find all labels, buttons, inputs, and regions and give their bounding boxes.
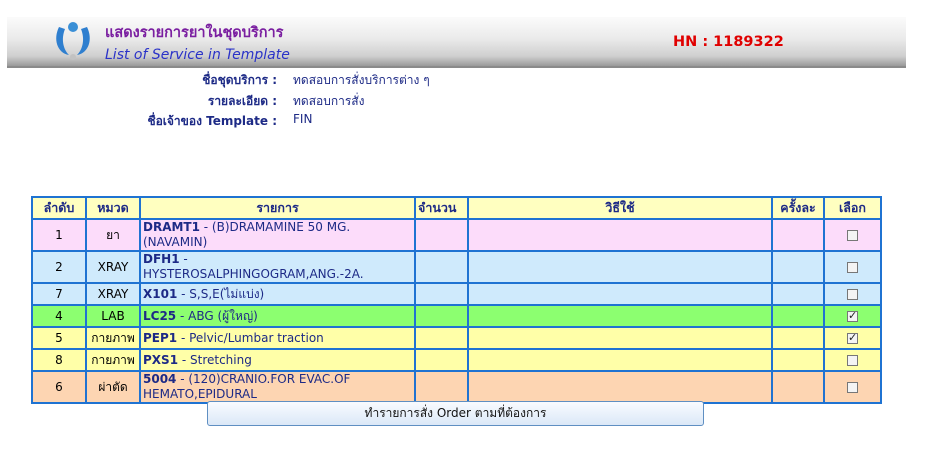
column-header-no: ลำดับ	[31, 196, 87, 220]
item-description: - Pelvic/Lumbar traction	[177, 330, 324, 345]
table-header-row: ลำดับ หมวด รายการ จำนวน วิธีใช้ ครั้งละ …	[31, 196, 882, 220]
select-checkbox[interactable]	[847, 262, 858, 273]
medical-logo-icon	[56, 22, 90, 60]
column-header-quantity: จำนวน	[414, 196, 469, 220]
row-quantity	[414, 250, 469, 284]
row-select	[823, 370, 882, 404]
row-item: DFH1 - HYSTEROSALPHINGOGRAM,ANG.-2A.	[139, 250, 416, 284]
page-header: แสดงรายการยาในชุดบริการ List of Service …	[7, 17, 906, 68]
row-number: 6	[31, 370, 87, 404]
row-item: DRAMT1 - (B)DRAMAMINE 50 MG.(NAVAMIN)	[139, 218, 416, 252]
row-usage	[467, 348, 773, 372]
submit-order-button[interactable]: ทำรายการสั่ง Order ตามที่ต้องการ	[207, 401, 704, 426]
select-checkbox[interactable]	[847, 331, 858, 344]
row-category: XRAY	[85, 282, 141, 306]
row-number: 7	[31, 282, 87, 306]
table-row: 2 XRAY DFH1 - HYSTEROSALPHINGOGRAM,ANG.-…	[31, 250, 882, 284]
row-quantity	[414, 326, 469, 350]
select-checkbox[interactable]	[847, 309, 858, 322]
row-number: 1	[31, 218, 87, 252]
row-item: PXS1 - Stretching	[139, 348, 416, 372]
select-checkbox[interactable]	[847, 289, 858, 300]
template-detail-label: รายละเอียด :	[207, 94, 277, 108]
item-code: PEP1	[143, 330, 178, 345]
row-category: XRAY	[85, 250, 141, 284]
page-title-english: List of Service in Template	[105, 47, 290, 63]
row-usage	[467, 370, 773, 404]
table-row: 5 กายภาพ PEP1 - Pelvic/Lumbar traction	[31, 326, 882, 350]
row-number: 4	[31, 304, 87, 328]
row-category: LAB	[85, 304, 141, 328]
template-name-label: ชื่อชุดบริการ :	[202, 73, 277, 87]
row-item: X101 - S,S,E(ไม่แบ่ง)	[139, 282, 416, 306]
row-usage	[467, 282, 773, 306]
row-select	[823, 250, 882, 284]
item-code: DRAMT1	[143, 220, 200, 234]
row-usage	[467, 250, 773, 284]
column-header-select: เลือก	[823, 196, 882, 220]
template-owner-label: ชื่อเจ้าของ Template :	[147, 114, 277, 128]
row-category: ยา	[85, 218, 141, 252]
item-description: - Stretching	[178, 352, 252, 367]
row-category: ผ่าตัด	[85, 370, 141, 404]
row-select	[823, 326, 882, 350]
table-row: 6 ผ่าตัด 5004 - (120)CRANIO.FOR EVAC.OF …	[31, 370, 882, 404]
row-item: 5004 - (120)CRANIO.FOR EVAC.OF HEMATO,EP…	[139, 370, 416, 404]
template-detail-value: ทดสอบการสั่ง	[293, 94, 365, 108]
row-per-time	[771, 326, 825, 350]
item-code: DFH1	[143, 252, 180, 266]
column-header-item: รายการ	[139, 196, 416, 220]
row-item: LC25 - ABG (ผู้ใหญ่)	[139, 304, 416, 328]
template-info: ชื่อชุดบริการ : ทดสอบการสั่งบริการต่าง ๆ…	[117, 71, 537, 131]
row-per-time	[771, 282, 825, 306]
item-code: LC25	[143, 308, 177, 323]
row-number: 2	[31, 250, 87, 284]
row-quantity	[414, 348, 469, 372]
table-row: 7 XRAY X101 - S,S,E(ไม่แบ่ง)	[31, 282, 882, 306]
select-checkbox[interactable]	[847, 355, 858, 366]
table-row: 8 กายภาพ PXS1 - Stretching	[31, 348, 882, 372]
select-checkbox[interactable]	[847, 230, 858, 241]
row-category: กายภาพ	[85, 326, 141, 350]
row-number: 5	[31, 326, 87, 350]
service-table: ลำดับ หมวด รายการ จำนวน วิธีใช้ ครั้งละ …	[31, 196, 882, 404]
page-title-thai: แสดงรายการยาในชุดบริการ	[105, 25, 284, 41]
row-per-time	[771, 304, 825, 328]
row-select	[823, 348, 882, 372]
hospital-number: HN : 1189322	[673, 34, 784, 50]
item-code: PXS1	[143, 352, 179, 367]
row-number: 8	[31, 348, 87, 372]
row-select	[823, 218, 882, 252]
row-quantity	[414, 218, 469, 252]
item-code: X101	[143, 286, 178, 301]
template-name-value: ทดสอบการสั่งบริการต่าง ๆ	[293, 73, 430, 87]
row-select	[823, 282, 882, 306]
row-usage	[467, 304, 773, 328]
row-per-time	[771, 370, 825, 404]
column-header-category: หมวด	[85, 196, 141, 220]
row-per-time	[771, 250, 825, 284]
column-header-per-time: ครั้งละ	[771, 196, 825, 220]
item-code: 5004	[143, 372, 177, 386]
row-per-time	[771, 218, 825, 252]
template-owner-value: FIN	[293, 112, 313, 126]
item-description: - ABG (ผู้ใหญ่)	[176, 308, 258, 323]
row-select	[823, 304, 882, 328]
item-description: - S,S,E(ไม่แบ่ง)	[177, 286, 265, 301]
table-row: 4 LAB LC25 - ABG (ผู้ใหญ่)	[31, 304, 882, 328]
row-usage	[467, 326, 773, 350]
row-usage	[467, 218, 773, 252]
select-checkbox[interactable]	[847, 382, 858, 393]
row-category: กายภาพ	[85, 348, 141, 372]
table-row: 1 ยา DRAMT1 - (B)DRAMAMINE 50 MG.(NAVAMI…	[31, 218, 882, 252]
row-quantity	[414, 370, 469, 404]
row-quantity	[414, 304, 469, 328]
row-per-time	[771, 348, 825, 372]
column-header-usage: วิธีใช้	[467, 196, 773, 220]
row-quantity	[414, 282, 469, 306]
row-item: PEP1 - Pelvic/Lumbar traction	[139, 326, 416, 350]
